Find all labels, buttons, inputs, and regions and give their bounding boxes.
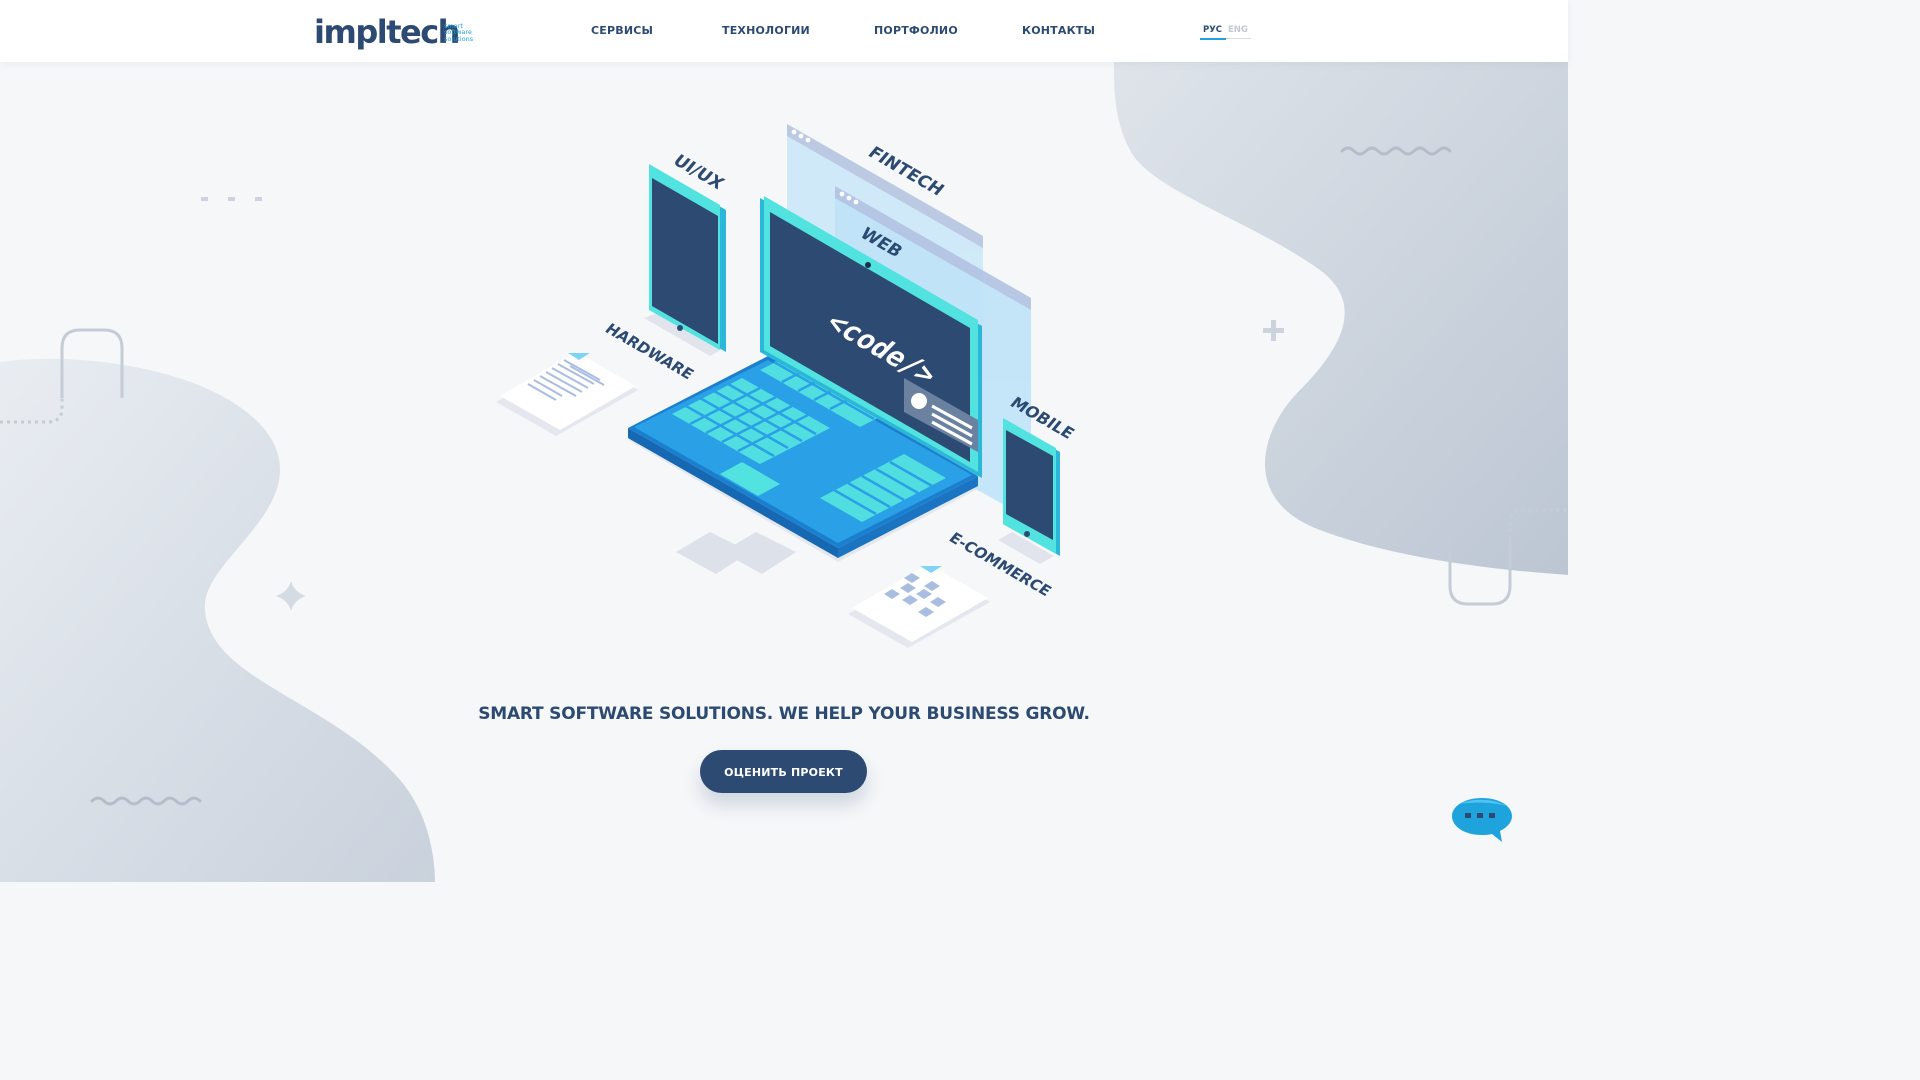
- chat-bubble-icon[interactable]: [1450, 796, 1514, 846]
- nav-item-portfolio[interactable]: ПОРТФОЛИО: [874, 24, 958, 37]
- logo-wordmark: impltech: [314, 13, 460, 51]
- hardware-document: [496, 352, 638, 436]
- logo-tagline-line: solutions: [444, 34, 474, 43]
- lang-inactive-underline: [1226, 38, 1251, 39]
- lang-en-button[interactable]: ENG: [1228, 25, 1248, 35]
- nav-item-services[interactable]: СЕРВИСЫ: [591, 24, 653, 37]
- site-header: impltech smart software solutions СЕРВИС…: [0, 0, 1568, 62]
- hero-tagline: SMART SOFTWARE SOLUTIONS. WE HELP YOUR B…: [478, 704, 1090, 724]
- nav-item-contacts[interactable]: КОНТАКТЫ: [1022, 24, 1095, 37]
- estimate-project-button[interactable]: ОЦЕНИТЬ ПРОЕКТ: [700, 750, 867, 793]
- nav-item-technologies[interactable]: ТЕХНОЛОГИИ: [722, 24, 810, 37]
- logo-tagline: smart software solutions: [444, 23, 484, 43]
- ecommerce-document: [848, 564, 990, 648]
- lang-ru-button[interactable]: РУС: [1203, 25, 1222, 35]
- phone-device: [998, 418, 1060, 564]
- lang-active-underline: [1200, 38, 1226, 40]
